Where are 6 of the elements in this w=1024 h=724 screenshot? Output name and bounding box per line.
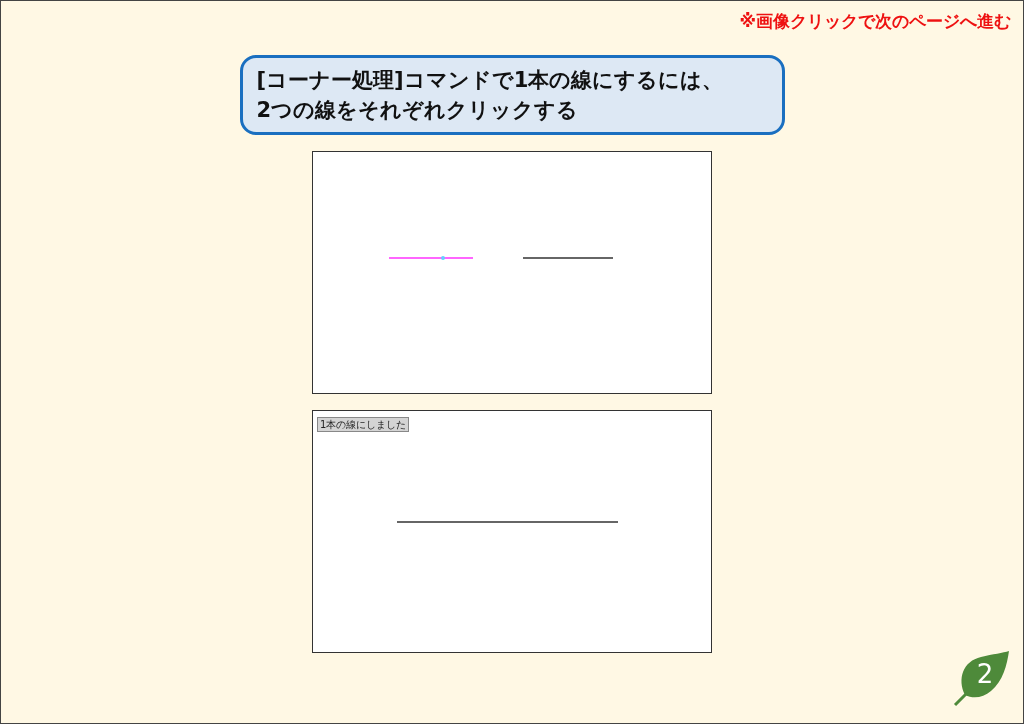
leaf-icon xyxy=(951,651,1011,707)
instruction-text: 2つの線をそれぞれクリックする xyxy=(256,97,580,124)
next-page-note: ※画像クリックで次のページへ進む xyxy=(739,10,1011,33)
page-number: 2 xyxy=(975,658,995,691)
status-message: 1本の線にしました xyxy=(317,417,410,432)
instruction-text: [コーナー処理]コマンドで1本の線にするには、 xyxy=(256,67,725,94)
